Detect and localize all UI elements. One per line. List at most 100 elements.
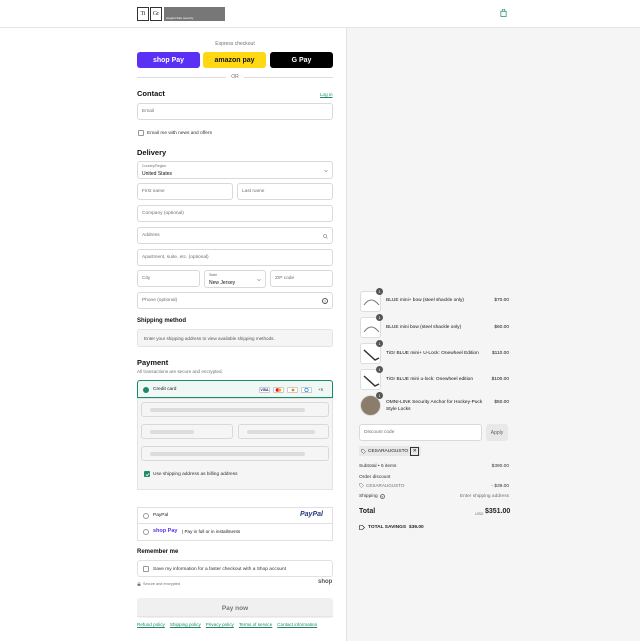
company-field[interactable]: Company (optional) [137,205,333,222]
order-summary: 1 BLUE mini+ bow (steel shackle only) $7… [346,28,640,641]
expiry-field[interactable] [141,424,233,439]
total-savings: TOTAL SAVINGS $39.00 [359,525,424,530]
discount-code-input[interactable]: Discount code [359,424,482,441]
remember-box: Save my information for a faster checkou… [137,560,333,577]
logo[interactable]: Ti Gr elegant bike security [137,7,225,21]
payment-heading: Payment [137,358,169,367]
shipping-method-message: Enter your shipping address to view avai… [144,336,275,341]
search-icon [323,234,328,239]
footer-links: Refund policy Shipping policy Privacy po… [137,622,317,627]
news-checkbox[interactable] [138,130,144,136]
credit-card-label: Credit card [153,387,177,392]
item-price: $70.00 [494,298,509,303]
visa-icon: VISA [259,387,270,393]
diners-icon [301,387,312,393]
city-field[interactable]: City [137,270,200,287]
lock-icon [137,582,141,586]
email-field[interactable]: Email [137,103,333,120]
apartment-field[interactable]: Apartment, suite, etc. (optional) [137,249,333,266]
name-on-card-field[interactable] [141,446,329,461]
mastercard-icon [273,387,284,393]
shipping-value: Enter shipping address [459,494,509,499]
total-label: Total [359,508,376,515]
item-price: $100.00 [491,377,509,382]
paypal-radio[interactable] [143,513,149,519]
tag-icon [359,525,365,530]
refund-policy-link[interactable]: Refund policy [137,622,165,627]
total-savings-value: $39.00 [409,525,424,530]
last-name-field[interactable]: Last name [237,183,333,200]
shipping-method-heading: Shipping method [137,318,186,324]
amazon-pay-button[interactable]: amazon pay [203,52,266,68]
applied-discount-code: CESARAUGUSTO [366,483,405,488]
discount-chip: CESARAUGUSTO ✕ [359,446,422,456]
subtotal-label: Subtotal • 5 items [359,464,397,469]
paypal-logo: PayPal [300,511,323,518]
or-text: OR [231,74,239,80]
chevron-down-icon [257,279,261,282]
quantity-badge: 1 [376,392,383,399]
google-pay-button[interactable]: G Pay [270,52,333,68]
country-label: Country/Region [142,164,167,168]
order-discount-label: Order discount [359,475,391,480]
phone-field[interactable]: Phone (optional) ? [137,292,333,309]
zip-field[interactable]: ZIP code [270,270,333,287]
shipping-policy-link[interactable]: Shipping policy [170,622,201,627]
secure-note: Secure and encrypted [137,582,180,586]
quantity-badge: 1 [376,340,383,347]
state-label: State [209,273,218,277]
shop-pay-radio[interactable] [143,529,149,535]
remember-checkbox[interactable] [143,566,149,572]
discount-amount: - $39.00 [491,484,509,489]
more-cards-count: +5 [318,387,324,392]
logo-tagline: elegant bike security [164,7,225,21]
card-form: Use shipping address as billing address [137,398,333,490]
login-link[interactable]: Log in [320,92,333,97]
item-price: $60.00 [494,325,509,330]
help-icon[interactable]: ? [379,494,385,499]
item-price: $50.00 [494,400,509,405]
tag-icon [359,483,364,488]
quantity-badge: 1 [376,314,383,321]
currency-code: USD [475,511,484,516]
paypal-label: PayPal [153,513,169,518]
terms-of-service-link[interactable]: Terms of service [239,622,272,627]
pay-now-button[interactable]: Pay now [137,598,333,618]
address-field[interactable]: Address [137,227,333,244]
paypal-option[interactable]: PayPal PayPal [137,507,333,524]
item-price: $110.00 [492,351,509,356]
chevron-down-icon [324,170,328,173]
privacy-policy-link[interactable]: Privacy policy [206,622,234,627]
quantity-badge: 1 [376,288,383,295]
shop-pay-button[interactable]: shop Pay [137,52,200,68]
state-select[interactable]: State New Jersey [204,270,266,288]
shop-pay-option[interactable]: shop Pay | Pay in full or in installment… [137,524,333,541]
apply-button[interactable]: Apply [486,424,508,441]
billing-checkbox[interactable] [144,471,150,477]
credit-card-option[interactable]: Credit card VISA +5 [137,380,333,398]
total-savings-label: TOTAL SAVINGS [368,525,407,530]
header: Ti Gr elegant bike security [0,0,640,28]
state-value: New Jersey [209,280,236,286]
shop-pay-text: | Pay in full or in installments [182,529,241,534]
remove-discount-icon[interactable]: ✕ [410,446,420,456]
shopping-bag-icon[interactable] [500,9,507,17]
country-value: United States [142,171,173,177]
security-code-field[interactable] [238,424,329,439]
first-name-field[interactable]: First name [137,183,233,200]
logo-box-gr: Gr [150,7,162,21]
address-placeholder: Address [142,233,160,238]
discover-icon [287,387,298,393]
news-label: Email me with news and offers [147,131,212,136]
country-select[interactable]: Country/Region United States [137,161,333,179]
remember-heading: Remember me [137,549,179,555]
credit-card-radio[interactable] [143,387,149,393]
contact-information-link[interactable]: Contact information [277,622,317,627]
or-divider: OR [137,74,333,80]
card-number-field[interactable] [141,402,329,417]
logo-box-ti: Ti [137,7,149,21]
shop-logo: shop [318,579,333,585]
payment-subtitle: All transactions are secure and encrypte… [137,369,223,374]
billing-label: Use shipping address as billing address [153,472,238,477]
help-icon[interactable]: ? [322,298,328,304]
